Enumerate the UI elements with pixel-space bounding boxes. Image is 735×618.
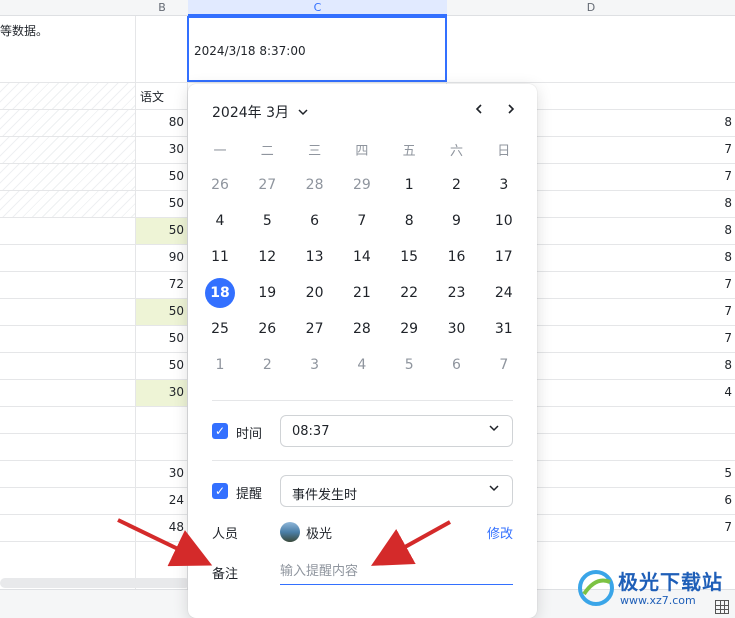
annotation-arrows	[117, 518, 451, 567]
watermark-url: www.xz7.com	[620, 594, 696, 607]
watermark: 极光下载站 www.xz7.com	[576, 566, 728, 612]
arrow-to-note-label	[117, 518, 213, 567]
watermark-logo-icon	[578, 570, 614, 606]
arrow-to-note-input	[371, 520, 451, 566]
watermark-text: 极光下载站	[618, 570, 723, 594]
